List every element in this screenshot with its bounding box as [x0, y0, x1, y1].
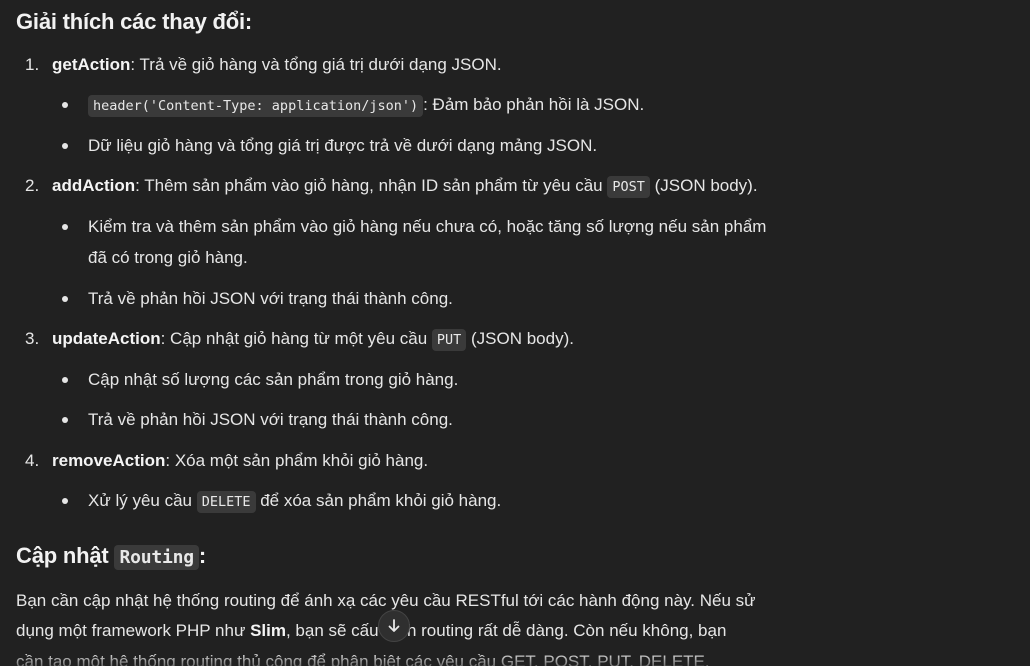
inline-code: POST: [607, 176, 650, 198]
bullet-dot: [62, 102, 68, 108]
bullet-text: Xử lý yêu cầu: [88, 491, 197, 510]
bullet-text: đã có trong giỏ hàng.: [88, 248, 248, 267]
heading-text: Cập nhật: [16, 543, 115, 568]
item-text: : Trả về giỏ hàng và tổng giá trị dưới d…: [130, 55, 502, 74]
bullet-dot: [62, 417, 68, 423]
item-text: : Thêm sản phẩm vào giỏ hàng, nhận ID sả…: [135, 176, 608, 195]
bullet-dot: [62, 224, 68, 230]
bullet-text: Trả về phản hồi JSON với trạng thái thàn…: [88, 410, 453, 429]
bullet-item: Trả về phản hồi JSON với trạng thái thàn…: [88, 408, 453, 432]
item-text: : Xóa một sản phẩm khỏi giỏ hàng.: [165, 451, 429, 470]
list-item-updateaction: updateAction: Cập nhật giỏ hàng từ một y…: [52, 327, 574, 352]
bullet-text: Kiểm tra và thêm sản phẩm vào giỏ hàng n…: [88, 217, 767, 236]
action-name: updateAction: [52, 329, 161, 348]
bullet-text: : Đảm bảo phản hồi là JSON.: [423, 95, 645, 114]
bullet-item: Trả về phản hồi JSON với trạng thái thàn…: [88, 287, 453, 311]
bullet-item-continued: đã có trong giỏ hàng.: [88, 246, 248, 270]
action-name: addAction: [52, 176, 136, 195]
section-heading: Giải thích các thay đổi:: [16, 9, 253, 34]
list-item-getaction: getAction: Trả về giỏ hàng và tổng giá t…: [52, 53, 502, 77]
bullet-dot: [62, 498, 68, 504]
bullet-dot: [62, 143, 68, 149]
paragraph-line: cần tạo một hệ thống routing thủ công để…: [16, 652, 710, 666]
heading-text: :: [198, 543, 207, 568]
paragraph-text: , bạn sẽ cấu hình routing rất dễ dàng. C…: [285, 621, 727, 640]
list-item-addaction: addAction: Thêm sản phẩm vào giỏ hàng, n…: [52, 174, 758, 199]
bullet-text: Cập nhật số lượng các sản phẩm trong giỏ…: [88, 370, 459, 389]
routing-heading: Cập nhật Routing:: [16, 543, 207, 570]
paragraph-text: dụng một framework PHP như: [16, 621, 251, 640]
list-number: 2.: [25, 176, 40, 195]
item-text: (JSON body).: [649, 176, 758, 195]
action-name: removeAction: [52, 451, 166, 470]
bullet-item: header('Content-Type: application/json')…: [88, 93, 644, 118]
action-name: getAction: [52, 55, 131, 74]
list-number: 4.: [25, 451, 40, 470]
arrow-down-icon: [388, 619, 400, 632]
bullet-item: Cập nhật số lượng các sản phẩm trong giỏ…: [88, 368, 458, 392]
item-text: (JSON body).: [466, 329, 574, 348]
item-text: : Cập nhật giỏ hàng từ một yêu cầu: [160, 329, 432, 348]
bullet-item: Kiểm tra và thêm sản phẩm vào giỏ hàng n…: [88, 215, 766, 239]
inline-code: PUT: [431, 329, 467, 351]
inline-code: Routing: [114, 545, 199, 570]
bullet-item: Dữ liệu giỏ hàng và tổng giá trị được tr…: [88, 134, 597, 158]
paragraph-bold: Slim: [250, 621, 286, 640]
list-item-removeaction: removeAction: Xóa một sản phẩm khỏi giỏ …: [52, 449, 428, 473]
scroll-to-bottom-button[interactable]: [378, 610, 410, 642]
list-number: 3.: [25, 329, 40, 348]
bullet-text: Dữ liệu giỏ hàng và tổng giá trị được tr…: [88, 136, 598, 155]
inline-code: header('Content-Type: application/json'): [88, 95, 424, 117]
list-number: 1.: [25, 55, 40, 74]
paragraph-line: dụng một framework PHP như Slim, bạn sẽ …: [16, 616, 726, 647]
bullet-dot: [62, 296, 68, 302]
inline-code: DELETE: [196, 491, 256, 513]
bullet-dot: [62, 377, 68, 383]
bullet-text: Trả về phản hồi JSON với trạng thái thàn…: [88, 289, 453, 308]
bullet-item: Xử lý yêu cầu DELETE để xóa sản phẩm khỏ…: [88, 489, 501, 514]
bullet-text: để xóa sản phẩm khỏi giỏ hàng.: [255, 491, 502, 510]
